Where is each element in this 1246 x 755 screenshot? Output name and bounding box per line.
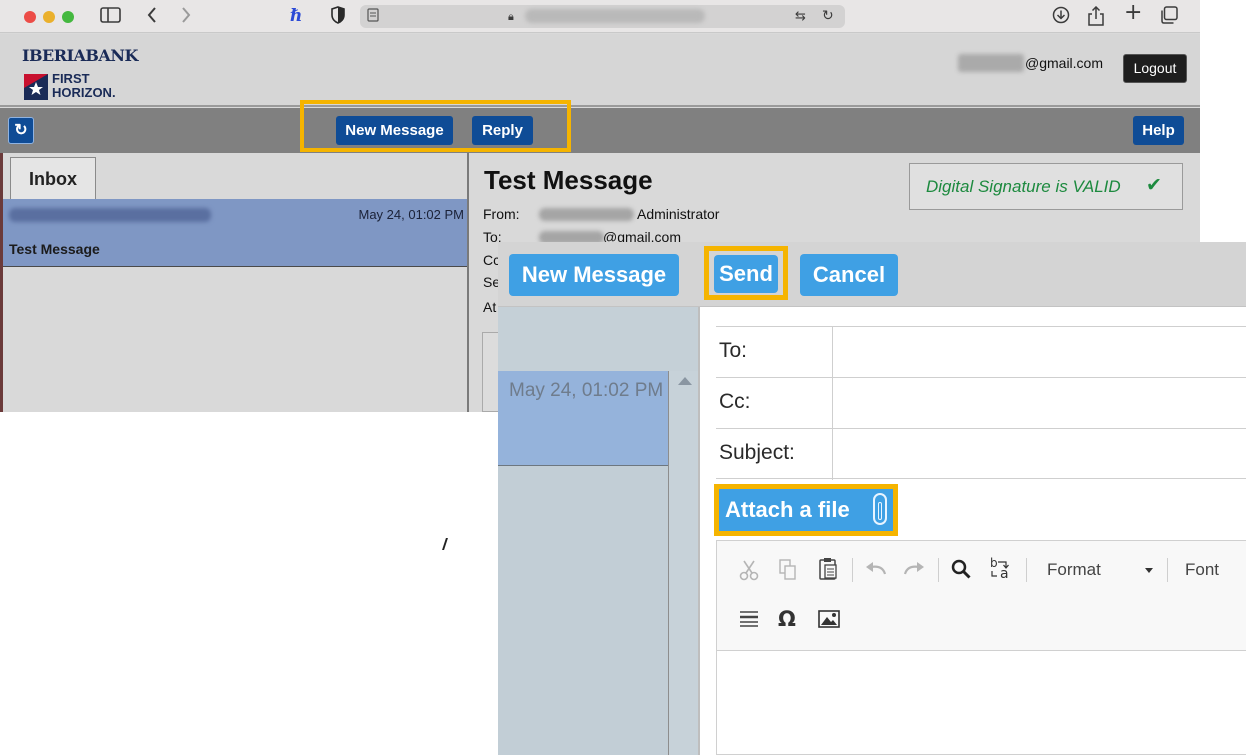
cc-label: Cc: <box>719 390 751 413</box>
first-horizon-flag-icon <box>24 74 48 100</box>
sidebar-icon[interactable] <box>100 6 122 29</box>
cc-row: Cc: <box>716 377 1246 429</box>
message-list-header <box>498 307 698 371</box>
toolbar-separator <box>938 558 939 582</box>
highlight-box-attach: Attach a file <box>714 484 898 536</box>
toolbar-separator <box>1026 558 1027 582</box>
field-separator <box>832 327 833 378</box>
attach-file-label: Attach a file <box>725 497 850 522</box>
new-message-button[interactable]: New Message <box>509 254 679 296</box>
share-icon[interactable] <box>1088 5 1104 31</box>
shield-icon[interactable] <box>330 6 346 29</box>
from-label: From: <box>483 206 520 222</box>
editor-toolbar: ba Format Font Ω <box>717 541 1246 651</box>
honey-extension-icon[interactable]: ℏ <box>290 6 302 26</box>
cut-icon[interactable] <box>739 559 759 588</box>
special-character-icon[interactable]: Ω <box>778 607 796 631</box>
checkmark-icon: ✔ <box>1146 175 1162 196</box>
chevron-down-icon[interactable] <box>1145 568 1153 573</box>
to-field[interactable] <box>834 327 1246 378</box>
compose-screenshot: New Message Send Cancel May 24, 01:02 PM… <box>498 242 1246 755</box>
compose-form: To: Cc: Subject: Attach a file b a Forma… <box>698 307 1246 755</box>
compose-message-list: May 24, 01:02 PM <box>498 307 698 755</box>
row-divider <box>498 465 668 466</box>
subject-field[interactable] <box>834 429 1246 480</box>
to-row: To: <box>716 326 1246 378</box>
message-list-item[interactable]: May 24, 01:02 PM Test Message <box>3 199 470 267</box>
first-horizon-logo: FIRST HORIZON. <box>24 72 134 104</box>
compose-toolbar: New Message Send Cancel <box>498 242 1246 307</box>
tab-inbox[interactable]: Inbox <box>10 157 96 199</box>
url-text-blurred <box>525 9 705 23</box>
lock-icon: 🔒︎ <box>508 10 514 23</box>
logout-button[interactable]: Logout <box>1123 54 1187 83</box>
reload-icon[interactable]: ↻ <box>822 6 834 26</box>
zoom-window-button[interactable] <box>62 11 74 23</box>
svg-text:b: b <box>990 556 998 570</box>
find-replace-icon[interactable]: ba <box>989 556 1013 589</box>
subject-row: Subject: <box>716 428 1246 480</box>
message-title: Test Message <box>484 165 653 195</box>
mail-toolbar: ↻ New Message Reply Help <box>0 108 1200 153</box>
attach-file-button[interactable]: Attach a file <box>719 489 893 531</box>
tabs-icon[interactable] <box>1160 6 1178 29</box>
toolbar-separator <box>1167 558 1168 582</box>
cancel-button[interactable]: Cancel <box>800 254 898 296</box>
field-separator <box>832 429 833 480</box>
svg-text:a: a <box>1000 566 1009 582</box>
format-dropdown[interactable]: Format <box>1047 560 1101 580</box>
attachments-label: At <box>483 299 497 315</box>
search-icon[interactable] <box>951 559 971 586</box>
field-separator <box>832 378 833 429</box>
scrollbar[interactable] <box>668 371 698 755</box>
close-window-button[interactable] <box>24 11 36 23</box>
undo-icon[interactable] <box>865 560 887 585</box>
message-date: May 24, 01:02 PM <box>358 207 465 222</box>
inbox-pane: Inbox May 24, 01:02 PM Test Message <box>0 153 470 412</box>
digital-signature-badge: Digital Signature is VALID ✔ <box>909 163 1183 210</box>
refresh-button[interactable]: ↻ <box>8 117 34 144</box>
toolbar-separator <box>852 558 853 582</box>
paperclip-icon <box>873 493 887 525</box>
browser-toolbar: ℏ 🔒︎ ⇆ ↻ + <box>0 0 1200 33</box>
translate-icon[interactable]: ⇆ <box>795 7 806 27</box>
address-bar[interactable]: 🔒︎ ⇆ ↻ <box>360 5 845 28</box>
logo-horizon-text: HORIZON. <box>52 85 116 100</box>
highlight-box-new-message-reply <box>300 100 571 152</box>
minimize-window-button[interactable] <box>43 11 55 23</box>
iberiabank-logo: IBERIABANK <box>22 46 138 65</box>
cc-field[interactable] <box>834 378 1246 429</box>
reader-icon[interactable] <box>367 7 379 27</box>
forward-icon[interactable] <box>180 6 192 29</box>
message-subject: Test Message <box>9 241 100 257</box>
redo-icon[interactable] <box>903 560 925 585</box>
paste-icon[interactable] <box>819 557 839 588</box>
from-name-blurred <box>539 208 634 221</box>
stray-mark <box>442 538 448 550</box>
sender-blurred <box>9 208 211 222</box>
user-email-blurred <box>958 54 1024 72</box>
download-icon[interactable] <box>1052 6 1070 29</box>
image-icon[interactable] <box>818 609 840 636</box>
logo-first-text: FIRST <box>52 71 90 86</box>
new-tab-icon[interactable]: + <box>1124 2 1142 24</box>
copy-icon[interactable] <box>779 559 797 588</box>
rich-text-editor: ba Format Font Ω <box>716 540 1246 755</box>
message-date: May 24, 01:02 PM <box>509 380 664 401</box>
scroll-up-icon[interactable] <box>678 377 692 385</box>
back-icon[interactable] <box>146 6 158 29</box>
subject-label: Subject: <box>719 441 795 464</box>
to-label: To: <box>719 339 748 362</box>
help-button[interactable]: Help <box>1133 116 1184 145</box>
bank-header: IBERIABANK FIRST HORIZON. @gmail.com Log… <box>0 34 1200 107</box>
highlight-box-send <box>704 246 788 300</box>
horizontal-line-icon[interactable] <box>739 609 759 636</box>
signature-status-text: Digital Signature is VALID <box>926 177 1121 196</box>
font-dropdown[interactable]: Font <box>1185 560 1219 580</box>
user-email-suffix: @gmail.com <box>1025 55 1104 71</box>
from-role: Administrator <box>637 206 720 222</box>
message-body-editor[interactable] <box>717 651 1246 755</box>
